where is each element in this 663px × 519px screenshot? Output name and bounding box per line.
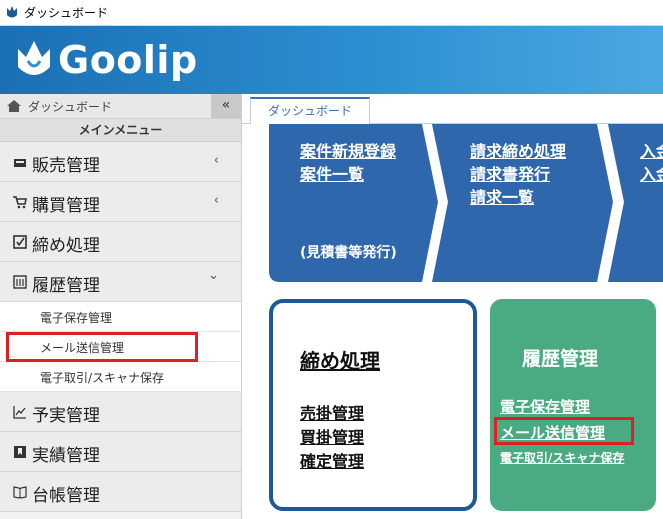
sidebar-item-ledger[interactable]: 台帳管理	[0, 472, 241, 512]
sidebar-item-label: 台帳管理	[32, 486, 100, 506]
e-storage-link[interactable]: 電子保存管理	[500, 396, 590, 417]
logo-wordmark: Goolip	[58, 38, 198, 82]
case-list-link[interactable]: 案件一覧	[300, 163, 396, 186]
window-title: ダッシュボード	[24, 6, 109, 20]
register-icon	[14, 159, 26, 167]
receivables-link[interactable]: 売掛管理	[300, 400, 364, 424]
sidebar-item-purchase[interactable]: 購買管理 ‹	[0, 182, 241, 222]
sidebar-subitem-label: 電子保存管理	[40, 311, 113, 325]
billing-close-link[interactable]: 請求締め処理	[470, 140, 566, 163]
sidebar: ダッシュボード « メインメニュー 販売管理 ‹ 購買管理 ‹ 締め処理 履歴管…	[0, 94, 242, 519]
cart-icon	[13, 196, 27, 209]
history-card-title: 履歴管理	[522, 348, 599, 370]
chevron-left-icon: ‹	[213, 153, 219, 168]
tulip-logo-icon	[18, 41, 50, 75]
sidebar-item-label: 予実管理	[32, 406, 100, 426]
app-tulip-icon	[7, 6, 17, 18]
home-icon	[7, 100, 21, 112]
bookmark-icon	[14, 446, 26, 458]
tab-dashboard[interactable]: ダッシュボード	[250, 97, 370, 124]
sidebar-item-label: 履歴管理	[32, 276, 100, 296]
book-icon	[13, 486, 27, 499]
case-new-link[interactable]: 案件新規登録	[300, 140, 396, 163]
sidebar-item-label: 締め処理	[32, 236, 100, 256]
flow-step1-links: 案件新規登録 案件一覧	[300, 140, 396, 186]
tab-bar: ダッシュボード	[242, 94, 663, 124]
sidebar-home-label: ダッシュボード	[28, 100, 113, 114]
window-titlebar: ダッシュボード	[0, 0, 663, 26]
highlight-box	[494, 417, 634, 445]
e-trade-scan-link[interactable]: 電子取引/スキャナ保存	[500, 449, 624, 466]
sidebar-subitem-mail-send[interactable]: メール送信管理	[0, 332, 241, 362]
closing-card-title[interactable]: 締め処理	[300, 345, 380, 374]
sidebar-item-budget[interactable]: 予実管理	[0, 392, 241, 432]
sidebar-subitem-e-storage[interactable]: 電子保存管理	[0, 302, 241, 332]
chevron-left-icon: ‹	[213, 193, 219, 208]
payables-link[interactable]: 買掛管理	[300, 424, 364, 448]
goolip-logo[interactable]: Goolip	[14, 34, 198, 86]
sidebar-subitem-label: 電子取引/スキャナ保存	[40, 371, 165, 385]
flow-step2-links: 請求締め処理 請求書発行 請求一覧	[470, 140, 566, 209]
sidebar-collapse-button[interactable]: «	[211, 94, 241, 118]
main-menu-heading: メインメニュー	[0, 118, 241, 142]
chevron-down-icon: ⌄	[208, 268, 219, 283]
sidebar-item-label: 購買管理	[32, 196, 100, 216]
sidebar-item-label: 実績管理	[32, 446, 100, 466]
payment-link-2[interactable]: 入金	[640, 163, 663, 186]
chart-icon	[13, 406, 26, 419]
sidebar-item-label: 販売管理	[32, 156, 100, 176]
confirm-link[interactable]: 確定管理	[300, 448, 364, 472]
dashboard-content: 案件新規登録 案件一覧 (見積書等発行) 請求締め処理 請求書発行 請求一覧 入…	[242, 124, 663, 519]
sidebar-home-row[interactable]: ダッシュボード «	[0, 94, 241, 118]
sidebar-item-sales[interactable]: 販売管理 ‹	[0, 142, 241, 182]
flow-step1-note: (見積書等発行)	[300, 245, 397, 261]
flow-step3-links: 入金 入金	[640, 140, 663, 186]
highlight-box	[6, 332, 198, 362]
invoice-issue-link[interactable]: 請求書発行	[470, 163, 566, 186]
sidebar-subitem-e-trade-scan[interactable]: 電子取引/スキャナ保存	[0, 362, 241, 392]
sidebar-item-results[interactable]: 実績管理	[0, 432, 241, 472]
history-card: 履歴管理 電子保存管理 メール送信管理 電子取引/スキャナ保存	[490, 299, 656, 511]
closing-card: 締め処理 売掛管理 買掛管理 確定管理	[269, 299, 477, 511]
checkbox-icon	[13, 235, 27, 249]
app-header: Goolip	[0, 26, 663, 94]
payment-link-1[interactable]: 入金	[640, 140, 663, 163]
billing-list-link[interactable]: 請求一覧	[470, 186, 566, 209]
sidebar-item-history[interactable]: 履歴管理 ⌄	[0, 262, 241, 302]
sidebar-item-closing[interactable]: 締め処理	[0, 222, 241, 262]
history-icon	[13, 275, 27, 289]
